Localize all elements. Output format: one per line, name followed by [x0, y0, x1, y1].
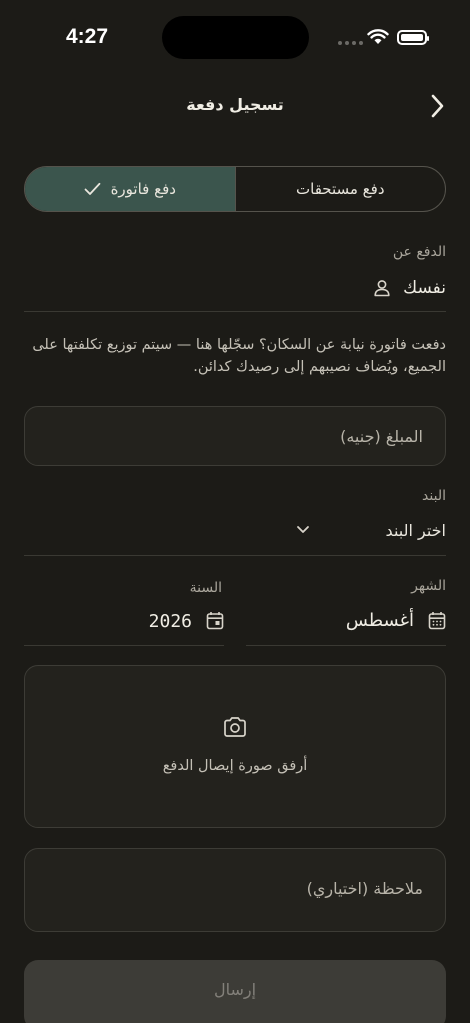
amount-input[interactable]: المبلغ (جنيه) [24, 406, 446, 466]
status-bar: 4:27 [0, 0, 470, 70]
year-value: 2026 [148, 611, 192, 632]
payment-screen: 4:27 تسجيل دفعة دفع مستحقات دفع فاتورة ا… [0, 0, 470, 1023]
tab-pay-bill-label: دفع فاتورة [110, 180, 176, 198]
month-label: الشهر [411, 578, 446, 594]
tab-pay-bill[interactable]: دفع فاتورة [25, 167, 236, 211]
category-value: اختر البند [385, 521, 446, 540]
year-divider [24, 645, 224, 646]
header: تسجيل دفعة [0, 86, 470, 126]
tab-pay-dues[interactable]: دفع مستحقات [236, 167, 446, 211]
person-icon [374, 280, 390, 297]
page-title: تسجيل دفعة [186, 95, 284, 114]
dynamic-island [162, 16, 309, 59]
battery-icon [397, 30, 429, 45]
receipt-upload[interactable]: أرفق صورة إيصال الدفع [24, 665, 446, 828]
help-text: دفعت فاتورة نيابة عن السكان؟ سجّلها هنا … [32, 337, 446, 375]
year-label: السنة [189, 580, 222, 596]
payment-type-toggle: دفع مستحقات دفع فاتورة [24, 166, 446, 212]
wifi-icon [367, 29, 389, 44]
camera-icon [224, 717, 246, 737]
status-time: 4:27 [66, 25, 109, 48]
month-picker[interactable]: أغسطس [246, 608, 446, 636]
chevron-down-icon [297, 526, 309, 533]
submit-button[interactable]: إرسال [24, 960, 446, 1023]
month-divider [246, 645, 446, 646]
payer-divider [24, 311, 446, 312]
category-divider [24, 555, 446, 556]
chevron-right-icon[interactable] [426, 93, 450, 119]
calendar-icon [206, 612, 224, 630]
month-value: أغسطس [345, 610, 414, 631]
signal-icon [338, 41, 363, 45]
category-label: البند [422, 488, 446, 504]
tab-pay-dues-label: دفع مستحقات [296, 180, 385, 198]
payer-selector[interactable]: نفسك [373, 278, 446, 298]
amount-placeholder: المبلغ (جنيه) [340, 427, 423, 446]
payer-label: الدفع عن [392, 244, 446, 260]
note-input[interactable]: ملاحظة (اختياري) [24, 848, 446, 932]
payer-value: نفسك [403, 278, 446, 298]
calendar-icon [428, 612, 446, 630]
submit-label: إرسال [213, 979, 257, 999]
check-icon [84, 182, 100, 195]
year-picker[interactable]: 2026 [24, 608, 224, 636]
note-placeholder: ملاحظة (اختياري) [306, 879, 423, 898]
receipt-upload-label: أرفق صورة إيصال الدفع [162, 758, 308, 774]
category-select[interactable]: اختر البند [24, 519, 446, 547]
